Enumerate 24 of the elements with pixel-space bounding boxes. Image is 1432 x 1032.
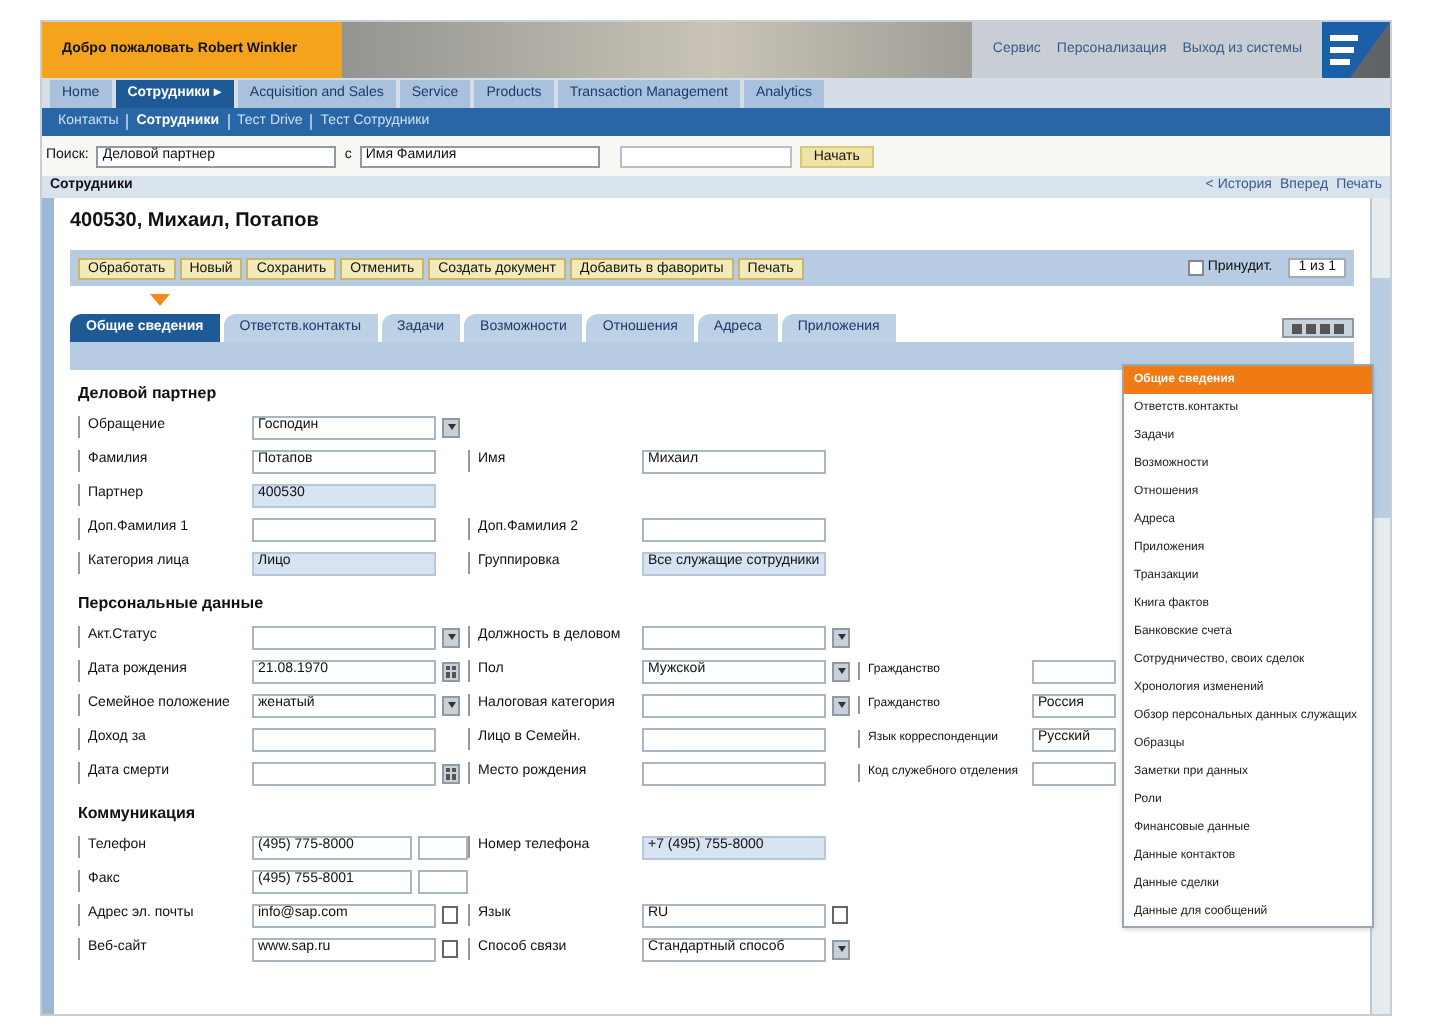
input-field[interactable] xyxy=(642,727,826,751)
input-field[interactable] xyxy=(252,727,436,751)
input-field[interactable] xyxy=(1032,761,1116,785)
input-field[interactable] xyxy=(252,761,436,785)
logo-icon xyxy=(1322,22,1390,78)
tab-scroll-icon[interactable] xyxy=(1282,318,1354,338)
input-field[interactable] xyxy=(1032,659,1116,683)
picker-icon[interactable] xyxy=(832,906,848,924)
section-title: Коммуникация xyxy=(78,802,196,826)
search-field[interactable] xyxy=(619,145,792,167)
section-title: Персональные данные xyxy=(78,592,264,616)
extension-field[interactable] xyxy=(418,869,468,893)
checkbox[interactable] xyxy=(1187,260,1204,276)
input-field[interactable] xyxy=(642,693,826,717)
section-title: Деловой партнер xyxy=(78,382,217,406)
input-field[interactable] xyxy=(252,517,436,541)
calendar-icon[interactable] xyxy=(442,763,460,783)
record-title: 400530, Михаил, Потапов xyxy=(70,208,321,234)
input-field[interactable] xyxy=(642,517,826,541)
input-field[interactable] xyxy=(642,625,826,649)
calendar-icon[interactable] xyxy=(442,661,460,681)
input-field[interactable] xyxy=(642,761,826,785)
input-field[interactable] xyxy=(252,625,436,649)
extension-field[interactable] xyxy=(418,835,468,859)
